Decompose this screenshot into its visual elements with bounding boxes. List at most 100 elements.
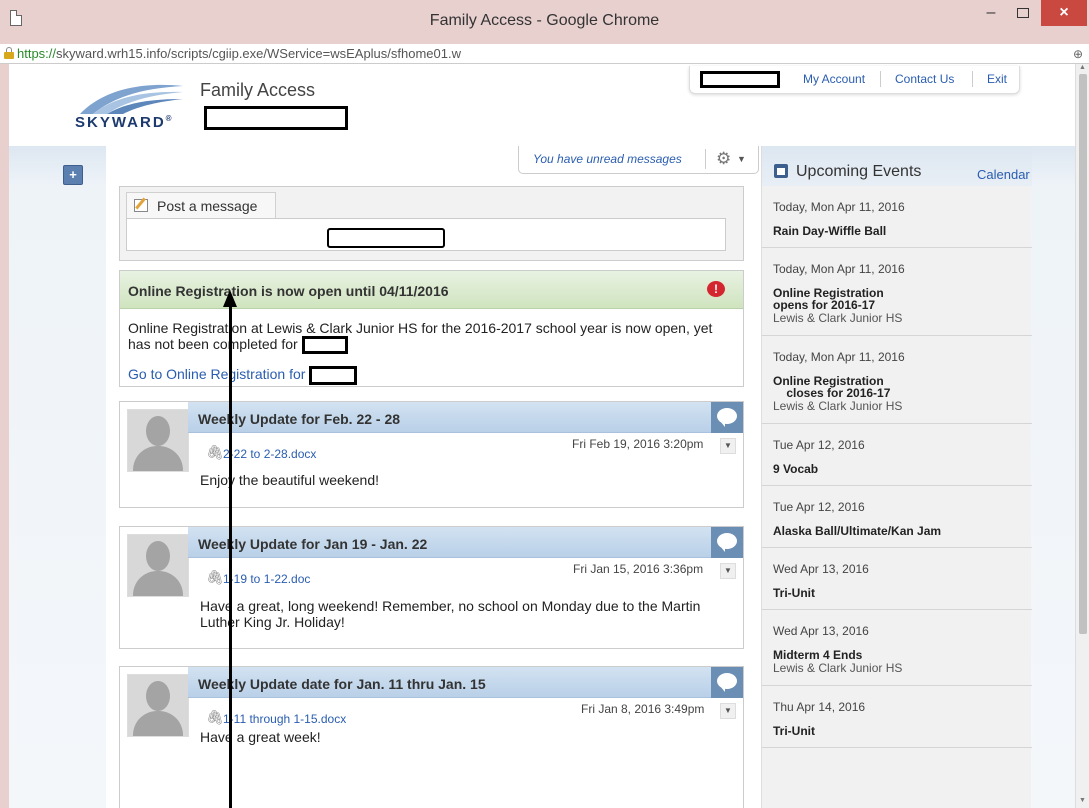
content-area: + You have unread messages ⚙ ▼ Post a me… <box>9 146 1075 808</box>
divider <box>880 71 881 87</box>
event-item[interactable]: Wed Apr 13, 2016 Tri-Unit <box>762 548 1032 610</box>
event-date: Tue Apr 12, 2016 <box>773 438 865 452</box>
url-text[interactable]: https://skyward.wrh15.info/scripts/cgiip… <box>17 45 461 63</box>
attachment-link[interactable]: 1-11 through 1-15.docx <box>223 712 346 726</box>
event-date: Today, Mon Apr 11, 2016 <box>773 200 905 214</box>
post-body: Enjoy the beautiful weekend! <box>200 472 380 488</box>
event-title[interactable]: Midterm 4 Ends <box>773 649 1021 661</box>
message-post: Weekly Update date for Jan. 11 thru Jan.… <box>119 666 744 808</box>
chevron-down-icon[interactable]: ▼ <box>737 154 746 164</box>
event-title[interactable]: Online Registration opens for 2016-17 <box>773 287 1021 311</box>
comment-bubble-icon[interactable] <box>711 527 743 558</box>
event-title[interactable]: Tri-Unit <box>773 725 1021 737</box>
scroll-up-icon[interactable]: ▲ <box>1079 64 1086 71</box>
events-title: Upcoming Events <box>796 163 922 180</box>
attachment-link[interactable]: 2-22 to 2-28.docx <box>223 447 316 461</box>
site-header: SKYWARD® Family Access My Account Contac… <box>9 64 1075 146</box>
minimize-button[interactable]: – <box>975 0 1007 28</box>
redacted-student <box>309 366 358 385</box>
event-date: Wed Apr 13, 2016 <box>773 562 869 576</box>
lock-icon <box>4 47 14 59</box>
events-header: Upcoming Events Calendar <box>762 146 1032 186</box>
comment-bubble-icon[interactable] <box>711 667 743 698</box>
redacted-student <box>301 336 348 355</box>
event-school: Lewis & Clark Junior HS <box>773 311 903 325</box>
paperclip-icon: 🖇 <box>206 444 224 460</box>
post-body: Have a great, long weekend! Remember, no… <box>200 598 701 630</box>
post-title: Weekly Update for Jan 19 - Jan. 22 <box>198 536 428 552</box>
top-links-bar: My Account Contact Us Exit <box>689 66 1020 94</box>
paperclip-icon: 🖇 <box>206 569 224 585</box>
unread-messages-link[interactable]: You have unread messages <box>533 152 682 166</box>
skyward-swoosh-icon <box>80 84 183 114</box>
maximize-icon <box>1017 8 1029 18</box>
gear-icon[interactable]: ⚙ <box>716 149 731 169</box>
divider <box>972 71 973 87</box>
maximize-button[interactable] <box>1007 0 1039 28</box>
event-item[interactable]: Tue Apr 12, 2016 9 Vocab <box>762 424 1032 486</box>
event-item[interactable]: Today, Mon Apr 11, 2016 Online Registrati… <box>762 336 1032 424</box>
message-post: Weekly Update for Jan 19 - Jan. 22 🖇 1-1… <box>119 526 744 649</box>
event-school: Lewis & Clark Junior HS <box>773 399 903 413</box>
url-path: skyward.wrh15.info/scripts/cgiip.exe/WSe… <box>56 46 461 61</box>
url-scheme: https:// <box>17 46 57 61</box>
registration-notice: Online Registration is now open until 04… <box>119 270 744 387</box>
event-date: Today, Mon Apr 11, 2016 <box>773 262 905 276</box>
chevron-down-icon[interactable]: ▼ <box>720 703 736 719</box>
scrollbar-thumb[interactable] <box>1079 74 1087 634</box>
contact-us-link[interactable]: Contact Us <box>895 72 954 86</box>
avatar <box>127 534 189 597</box>
event-date: Today, Mon Apr 11, 2016 <box>773 350 905 364</box>
online-registration-link[interactable]: Go to Online Registration for <box>128 366 358 385</box>
post-header: Weekly Update for Feb. 22 - 28 <box>188 402 743 433</box>
event-item[interactable]: Today, Mon Apr 11, 2016 Online Registrati… <box>762 248 1032 336</box>
event-title[interactable]: 9 Vocab <box>773 463 1021 475</box>
logo-text: SKYWARD® <box>75 114 174 131</box>
address-bar[interactable]: https://skyward.wrh15.info/scripts/cgiip… <box>0 44 1089 64</box>
skyward-logo[interactable]: SKYWARD® <box>75 80 195 140</box>
redacted-user <box>700 71 780 88</box>
post-message-input[interactable] <box>126 218 726 251</box>
close-button[interactable]: × <box>1041 0 1087 26</box>
post-title: Weekly Update date for Jan. 11 thru Jan.… <box>198 676 486 692</box>
chevron-down-icon[interactable]: ▼ <box>720 438 736 454</box>
exit-link[interactable]: Exit <box>987 72 1007 86</box>
vertical-scrollbar[interactable]: ▲ ▼ <box>1075 64 1089 808</box>
event-title[interactable]: Alaska Ball/Ultimate/Kan Jam <box>773 525 1021 537</box>
registration-header: Online Registration is now open until 04… <box>120 271 743 309</box>
chevron-down-icon[interactable]: ▼ <box>720 563 736 579</box>
event-date: Wed Apr 13, 2016 <box>773 624 869 638</box>
scroll-down-icon[interactable]: ▼ <box>1079 797 1086 804</box>
event-item[interactable]: Tue Apr 12, 2016 Alaska Ball/Ultimate/Kan… <box>762 486 1032 548</box>
zoom-icon[interactable]: ⊕ <box>1073 45 1083 63</box>
window-title-bar: Family Access - Google Chrome – × <box>0 0 1089 44</box>
add-button[interactable]: + <box>63 165 83 185</box>
event-item[interactable]: Wed Apr 13, 2016 Midterm 4 Ends Lewis & Cl… <box>762 610 1032 686</box>
message-feed: You have unread messages ⚙ ▼ Post a mess… <box>106 146 761 808</box>
comment-bubble-icon[interactable] <box>711 402 743 433</box>
post-date: Fri Feb 19, 2016 3:20pm <box>572 437 704 451</box>
post-header: Weekly Update date for Jan. 11 thru Jan.… <box>188 667 743 698</box>
event-title[interactable]: Online Registration closes for 2016-17 <box>773 375 1021 399</box>
message-post: Weekly Update for Feb. 22 - 28 🖇 2-22 to… <box>119 401 744 508</box>
page-viewport: SKYWARD® Family Access My Account Contac… <box>0 64 1089 808</box>
my-account-link[interactable]: My Account <box>803 72 865 86</box>
event-item[interactable]: Thu Apr 14, 2016 Tri-Unit <box>762 686 1032 748</box>
event-school: Lewis & Clark Junior HS <box>773 661 903 675</box>
divider <box>705 149 706 169</box>
paperclip-icon: 🖇 <box>206 709 224 725</box>
post-message-tab[interactable]: Post a message <box>126 192 276 218</box>
avatar <box>127 674 189 737</box>
calendar-link[interactable]: Calendar <box>977 167 1030 182</box>
attachment-link[interactable]: 1-19 to 1-22.doc <box>223 572 310 586</box>
event-title[interactable]: Tri-Unit <box>773 587 1021 599</box>
window-frame-left <box>0 64 9 808</box>
app-title: Family Access <box>200 80 316 100</box>
post-message-label: Post a message <box>157 198 258 214</box>
redacted-field <box>327 228 445 248</box>
post-header: Weekly Update for Jan 19 - Jan. 22 <box>188 527 743 558</box>
events-list: Today, Mon Apr 11, 2016 Rain Day-Wiffle B… <box>762 186 1032 748</box>
message-bar: You have unread messages ⚙ ▼ <box>518 146 759 174</box>
event-title[interactable]: Rain Day-Wiffle Ball <box>773 225 1021 237</box>
event-item[interactable]: Today, Mon Apr 11, 2016 Rain Day-Wiffle B… <box>762 186 1032 248</box>
